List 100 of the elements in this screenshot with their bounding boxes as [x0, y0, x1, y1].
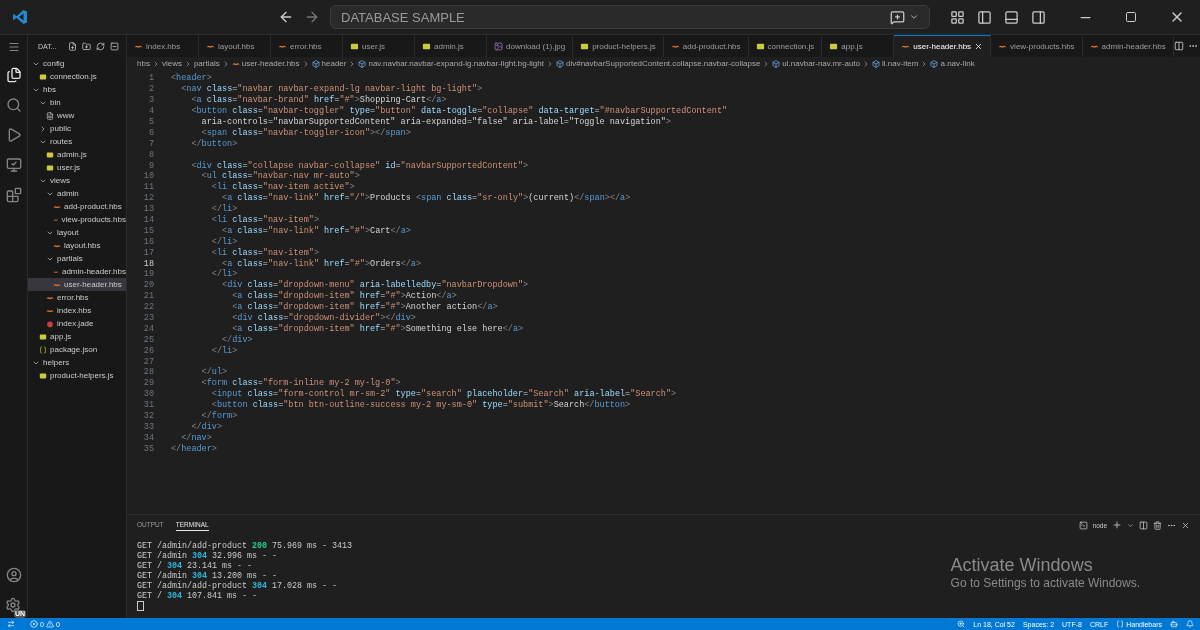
breadcrumb[interactable]: views — [161, 59, 182, 68]
breadcrumb[interactable]: li.nav-item — [882, 59, 919, 68]
line-number: 30 — [142, 389, 154, 400]
file-item[interactable]: add-product.hbs — [28, 200, 126, 213]
chevron-down-icon[interactable] — [1127, 521, 1134, 529]
code-line: <ul class="navbar-nav mr-auto"> — [200, 171, 360, 182]
folder-item[interactable]: bin — [28, 96, 126, 109]
line-number: 33 — [142, 421, 154, 432]
folder-item[interactable]: partials — [28, 252, 126, 265]
line-number: 25 — [142, 334, 154, 345]
line-number: 10 — [142, 171, 154, 182]
panel-right-icon[interactable] — [1031, 9, 1046, 25]
file-item[interactable]: error.hbs — [28, 291, 126, 304]
breadcrumb[interactable]: hbs — [137, 59, 150, 68]
chevron-right-icon — [546, 59, 554, 68]
braces-icon[interactable] — [1116, 620, 1125, 628]
file-item[interactable]: admin-header.hbs — [28, 265, 126, 278]
panel-left-icon[interactable] — [977, 9, 992, 25]
code-line: </header> — [171, 443, 217, 454]
zoom-icon[interactable] — [957, 620, 966, 628]
javascript-file-icon — [39, 371, 47, 380]
editor-tab[interactable]: user-header.hbs — [894, 35, 992, 57]
code-line: <header> — [171, 73, 212, 84]
file-item[interactable]: user.js — [28, 161, 126, 174]
file-item[interactable]: admin.js — [28, 148, 126, 161]
folder-item[interactable]: layout — [28, 226, 126, 239]
code-line: </ul> — [200, 367, 228, 378]
chat-icon[interactable] — [890, 9, 905, 25]
error-icon[interactable] — [30, 620, 38, 628]
close-icon[interactable] — [974, 42, 984, 51]
bell-icon[interactable] — [1186, 620, 1194, 628]
line-number: 22 — [142, 302, 154, 313]
file-item[interactable]: connection.js — [28, 70, 126, 83]
line-number: 20 — [142, 280, 154, 291]
code-line: <span class="navbar-toggler-icon"></span> — [200, 127, 411, 138]
code-line: <div class="dropdown-divider"></div> — [231, 313, 416, 324]
file-item[interactable]: view-products.hbs — [28, 213, 126, 226]
folder-item[interactable]: public — [28, 122, 126, 135]
refresh-icon[interactable] — [95, 41, 105, 51]
warning-icon[interactable] — [45, 620, 54, 628]
chevron-down-icon[interactable] — [909, 12, 919, 22]
file-item[interactable]: index.hbs — [28, 304, 126, 317]
javascript-file-icon — [39, 72, 47, 81]
breadcrumb[interactable]: div#navbarSupportedContent.collapse.navbar-collapse — [566, 59, 761, 68]
close-icon[interactable] — [1181, 520, 1190, 530]
line-number: 14 — [142, 215, 154, 225]
copilot-icon[interactable] — [1170, 620, 1178, 628]
new-file-icon[interactable] — [67, 41, 77, 51]
code-line: </li> — [210, 236, 238, 247]
folder-item[interactable]: helpers — [28, 356, 126, 369]
braces-icon — [39, 345, 47, 354]
folder-item[interactable]: views — [28, 174, 126, 187]
code-line: aria-controls="navbarSupportedContent" aria-expanded="false" aria-label="Toggle navigation"> — [200, 117, 671, 127]
code-line: <form class="form-inline my-2 my-lg-0"> — [200, 378, 401, 389]
breadcrumb[interactable]: user-header.hbs — [241, 59, 300, 68]
line-number: 8 — [147, 149, 154, 160]
line-number: 29 — [142, 378, 154, 389]
file-item[interactable]: app.js — [28, 330, 126, 343]
breadcrumb[interactable]: partials — [193, 59, 220, 68]
folder-item[interactable]: admin — [28, 187, 126, 200]
cube-icon — [872, 59, 880, 68]
collapse-icon[interactable] — [109, 41, 119, 51]
file-item[interactable]: package.json — [28, 343, 126, 356]
file-item[interactable]: product-helpers.js — [28, 369, 126, 382]
file-item[interactable]: user-header.hbs — [28, 278, 126, 291]
code-line: <li class="nav-item"> — [210, 247, 319, 258]
split-terminal-icon[interactable] — [1139, 520, 1148, 530]
terminal-line: GET /admin 304 32.996 ms - - — [137, 551, 277, 561]
new-folder-icon[interactable] — [81, 41, 91, 51]
file-item[interactable]: www — [28, 109, 126, 122]
breadcrumb[interactable]: header — [321, 59, 347, 68]
line-number: 7 — [147, 138, 154, 149]
panel-bottom-icon[interactable] — [1004, 9, 1019, 25]
code-line: </div> — [221, 334, 253, 345]
breadcrumb[interactable]: ul.navbar-nav.mr-auto — [782, 59, 860, 68]
plus-icon[interactable] — [1112, 520, 1122, 530]
code-line: <a class="dropdown-item" href="#">Another action</a> — [231, 302, 498, 313]
line-number: 6 — [147, 127, 154, 138]
back-arrow-icon[interactable] — [278, 9, 294, 25]
split-editor-icon[interactable] — [1173, 41, 1184, 51]
folder-item[interactable]: routes — [28, 135, 126, 148]
command-center[interactable]: DATABASE SAMPLE — [330, 5, 930, 29]
breadcrumb[interactable]: a.nav-link — [940, 59, 975, 68]
trash-icon[interactable] — [1153, 520, 1162, 530]
file-item[interactable]: layout.hbs — [28, 239, 126, 252]
layout-icon[interactable] — [950, 9, 965, 25]
forward-arrow-icon[interactable] — [304, 9, 320, 25]
folder-item[interactable]: hbs — [28, 83, 126, 96]
line-number: 26 — [142, 345, 154, 356]
code-line: </button> — [190, 138, 238, 149]
file-item[interactable]: index.jade — [28, 317, 126, 330]
folder-item[interactable]: config — [28, 57, 126, 70]
breadcrumb[interactable]: nav.navbar.navbar-expand-lg.navbar-light.bg-light — [368, 59, 544, 68]
line-number: 9 — [147, 160, 154, 171]
code-line: <a class="nav-link" href="#">Cart</a> — [221, 225, 411, 236]
terminal-line: GET /admin/add-product 200 75.969 ms - 3413 — [137, 541, 352, 551]
line-number: 5 — [147, 117, 154, 127]
code-line: </div> — [191, 421, 223, 432]
jade-file-icon — [46, 319, 54, 328]
maximize-icon[interactable] — [1125, 11, 1137, 23]
